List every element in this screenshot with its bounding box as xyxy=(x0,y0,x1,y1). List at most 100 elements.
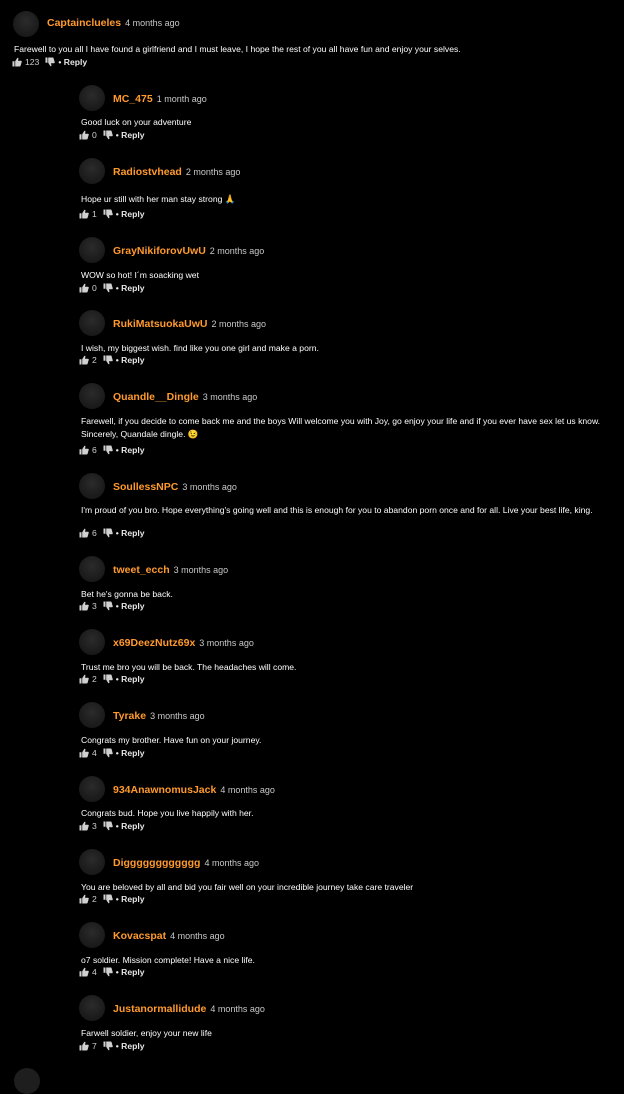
comment-actions: 2 • Reply xyxy=(79,894,145,904)
reply-button[interactable]: • Reply xyxy=(116,748,145,758)
reply-button[interactable]: • Reply xyxy=(116,283,145,293)
avatar[interactable] xyxy=(79,383,105,409)
username[interactable]: MC_475 xyxy=(113,93,153,105)
comment-text: I wish, my biggest wish. find like you o… xyxy=(81,343,319,353)
username[interactable]: SoullessNPC xyxy=(113,481,178,493)
thumbs-down-icon[interactable] xyxy=(103,283,113,293)
thumbs-down-icon[interactable] xyxy=(103,894,113,904)
thumbs-up-icon[interactable] xyxy=(79,209,89,219)
reply-button[interactable]: • Reply xyxy=(116,1041,145,1051)
thumbs-up-icon[interactable] xyxy=(79,674,89,684)
avatar[interactable] xyxy=(79,849,105,875)
thumbs-up-icon[interactable] xyxy=(79,528,89,538)
avatar[interactable] xyxy=(79,702,105,728)
reply-button[interactable]: • Reply xyxy=(116,130,145,140)
comment-actions: 0 • Reply xyxy=(79,130,145,140)
avatar[interactable] xyxy=(79,922,105,948)
like-count: 1 xyxy=(92,209,97,219)
thumbs-up-icon[interactable] xyxy=(79,130,89,140)
like-count: 3 xyxy=(92,601,97,611)
comment-header: GrayNikiforovUwU 2 months ago xyxy=(113,245,264,257)
thumbs-down-icon[interactable] xyxy=(103,601,113,611)
comment-actions: 1 • Reply xyxy=(79,209,145,219)
comment-text: Farewell to you all I have found a girlf… xyxy=(14,44,461,54)
reply-button[interactable]: • Reply xyxy=(116,967,145,977)
username[interactable]: x69DeezNutz69x xyxy=(113,637,195,649)
username[interactable]: 934AnawnomusJack xyxy=(113,784,216,796)
avatar[interactable] xyxy=(79,629,105,655)
comment-actions: 2 • Reply xyxy=(79,355,145,365)
thumbs-down-icon[interactable] xyxy=(103,209,113,219)
avatar[interactable] xyxy=(79,995,105,1021)
timestamp: 4 months ago xyxy=(170,931,225,941)
username[interactable]: Quandle__Dingle xyxy=(113,391,199,403)
username[interactable]: Kovacspat xyxy=(113,930,166,942)
comment-text: I'm proud of you bro. Hope everything's … xyxy=(81,505,593,515)
avatar[interactable] xyxy=(79,85,105,111)
thumbs-down-icon[interactable] xyxy=(103,355,113,365)
thumbs-up-icon[interactable] xyxy=(79,355,89,365)
thumbs-up-icon[interactable] xyxy=(79,601,89,611)
thumbs-down-icon[interactable] xyxy=(103,1041,113,1051)
thumbs-up-icon[interactable] xyxy=(79,894,89,904)
username[interactable]: GrayNikiforovUwU xyxy=(113,245,206,257)
username[interactable]: RukiMatsuokaUwU xyxy=(113,318,208,330)
reply-button[interactable]: • Reply xyxy=(116,355,145,365)
thumbs-up-icon[interactable] xyxy=(79,967,89,977)
reply-button[interactable]: • Reply xyxy=(116,445,145,455)
comment-header: 934AnawnomusJack 4 months ago xyxy=(113,784,275,796)
avatar[interactable] xyxy=(14,1068,40,1094)
thumbs-down-icon[interactable] xyxy=(103,445,113,455)
comment-text: o7 soldier. Mission complete! Have a nic… xyxy=(81,955,255,965)
thumbs-down-icon[interactable] xyxy=(103,967,113,977)
like-count: 2 xyxy=(92,894,97,904)
comment-header: x69DeezNutz69x 3 months ago xyxy=(113,637,254,649)
like-count: 6 xyxy=(92,445,97,455)
reply-button[interactable]: • Reply xyxy=(116,821,145,831)
reply-button[interactable]: • Reply xyxy=(58,57,87,67)
like-count: 3 xyxy=(92,821,97,831)
avatar[interactable] xyxy=(79,310,105,336)
avatar[interactable] xyxy=(79,473,105,499)
reply-button[interactable]: • Reply xyxy=(116,209,145,219)
comment-actions: 4 • Reply xyxy=(79,748,145,758)
thumbs-down-icon[interactable] xyxy=(45,57,56,67)
thumbs-down-icon[interactable] xyxy=(103,130,113,140)
thumbs-up-icon[interactable] xyxy=(79,283,89,293)
comment-header: SoullessNPC 3 months ago xyxy=(113,481,237,493)
thumbs-down-icon[interactable] xyxy=(103,674,113,684)
avatar[interactable] xyxy=(79,776,105,802)
username[interactable]: Captainclueles xyxy=(47,17,121,29)
comment-text: Hope ur still with her man stay strong 🙏 xyxy=(81,194,236,204)
thumbs-down-icon[interactable] xyxy=(103,748,113,758)
thumbs-up-icon[interactable] xyxy=(79,748,89,758)
reply-button[interactable]: • Reply xyxy=(116,601,145,611)
comment-text: WOW so hot! I´m soacking wet xyxy=(81,270,199,280)
thumbs-up-icon[interactable] xyxy=(12,57,22,67)
username[interactable]: Justanormallidude xyxy=(113,1003,206,1015)
reply-button[interactable]: • Reply xyxy=(116,674,145,684)
avatar[interactable] xyxy=(79,556,105,582)
thumbs-up-icon[interactable] xyxy=(79,445,89,455)
thumbs-up-icon[interactable] xyxy=(79,1041,89,1051)
comment-actions: 6 • Reply xyxy=(79,445,145,455)
comment-header: Digggggggggggg 4 months ago xyxy=(113,857,259,869)
avatar[interactable] xyxy=(79,158,105,184)
reply-button[interactable]: • Reply xyxy=(116,528,145,538)
thumbs-down-icon[interactable] xyxy=(103,528,113,538)
comment-header: Kovacspat 4 months ago xyxy=(113,930,225,942)
comment-text: Congrats bud. Hope you live happily with… xyxy=(81,808,254,818)
like-count: 6 xyxy=(92,528,97,538)
avatar[interactable] xyxy=(13,11,39,37)
username[interactable]: Radiostvhead xyxy=(113,166,182,178)
username[interactable]: tweet_ecch xyxy=(113,564,170,576)
like-count: 7 xyxy=(92,1041,97,1051)
username[interactable]: Digggggggggggg xyxy=(113,857,200,869)
thumbs-down-icon[interactable] xyxy=(103,821,113,831)
timestamp: 4 months ago xyxy=(210,1004,265,1014)
username[interactable]: Tyrake xyxy=(113,710,146,722)
thumbs-up-icon[interactable] xyxy=(79,821,89,831)
reply-button[interactable]: • Reply xyxy=(116,894,145,904)
avatar[interactable] xyxy=(79,237,105,263)
comment-text: Trust me bro you will be back. The heada… xyxy=(81,662,297,672)
